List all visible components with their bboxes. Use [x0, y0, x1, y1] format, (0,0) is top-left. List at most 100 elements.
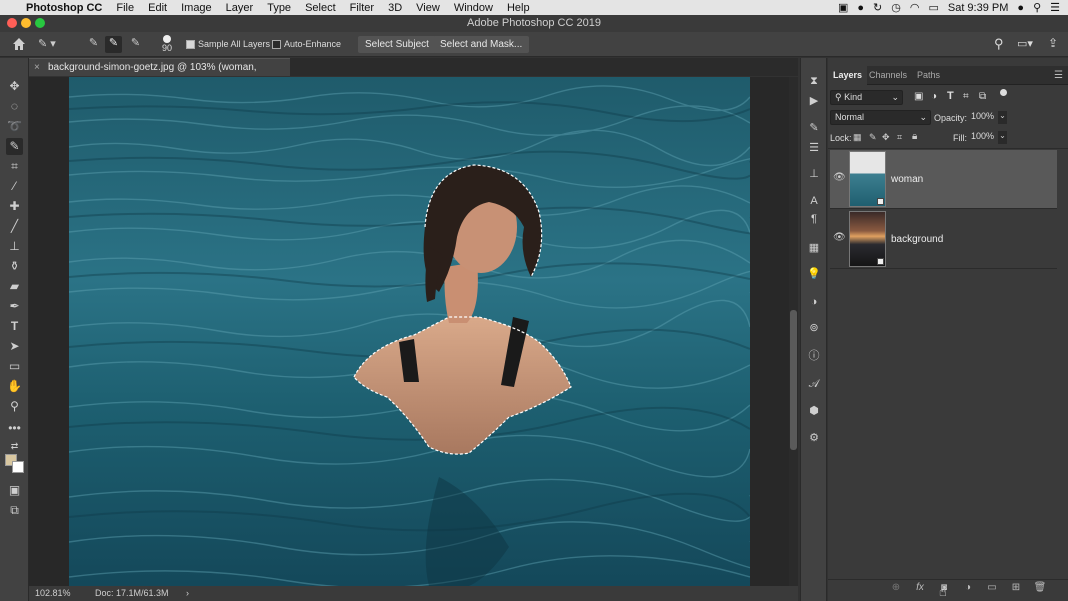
delete-layer-icon[interactable]: 🗑︎: [1033, 582, 1047, 596]
rectangle-tool-icon[interactable]: ▭: [6, 358, 23, 375]
tab-channels[interactable]: Channels: [864, 66, 912, 85]
menu-select[interactable]: Select: [298, 2, 343, 14]
zoom-tool-icon[interactable]: ⚲: [6, 398, 23, 415]
menu-window[interactable]: Window: [447, 2, 500, 14]
filter-type-icon[interactable]: T: [947, 90, 954, 102]
brush-size-picker[interactable]: 90: [153, 34, 181, 56]
healing-brush-icon[interactable]: ✚: [6, 198, 23, 215]
sync-icon[interactable]: ↻: [873, 1, 882, 14]
minimize-window-button[interactable]: [21, 18, 31, 28]
layer-thumbnail[interactable]: [849, 151, 886, 207]
menu-filter[interactable]: Filter: [343, 2, 381, 14]
menu-layer[interactable]: Layer: [219, 2, 261, 14]
paragraph-icon[interactable]: ¶: [806, 211, 822, 227]
filter-kind-select[interactable]: ⚲ Kind ⌄: [830, 90, 903, 105]
filter-toggle-icon[interactable]: [1000, 89, 1007, 96]
clock-text[interactable]: Sat 9:39 PM: [948, 2, 1009, 14]
brush-tool-icon[interactable]: ╱: [6, 218, 23, 235]
lock-all-icon[interactable]: 🔒︎: [912, 131, 917, 142]
zoom-window-button[interactable]: [35, 18, 45, 28]
menu-3d[interactable]: 3D: [381, 2, 409, 14]
stamp-tool-icon[interactable]: ⊥: [6, 238, 23, 255]
menu-file[interactable]: File: [109, 2, 141, 14]
fill-input[interactable]: 100%: [967, 130, 996, 145]
more-tools-icon[interactable]: •••: [6, 420, 23, 437]
opacity-dropdown-icon[interactable]: ⌄: [998, 111, 1007, 124]
document-tab[interactable]: × background-simon-goetz.jpg @ 103% (wom…: [28, 58, 290, 90]
zoom-level[interactable]: 102.81%: [35, 586, 71, 601]
tab-paths[interactable]: Paths: [912, 66, 945, 85]
visibility-eye-icon[interactable]: 👁︎: [833, 232, 846, 244]
notification-icon[interactable]: ☰: [1050, 1, 1060, 14]
layer-name-background[interactable]: background: [891, 234, 943, 245]
actions-icon[interactable]: ▶: [806, 93, 822, 109]
sample-all-layers-checkbox[interactable]: [186, 40, 195, 49]
move-tool-icon[interactable]: ✥: [6, 78, 23, 95]
swatches-icon[interactable]: ▦: [806, 240, 822, 256]
camera-icon[interactable]: ▣: [838, 1, 848, 14]
adjustments-icon[interactable]: ◑: [806, 294, 822, 310]
crop-tool-icon[interactable]: ⌗: [6, 158, 23, 175]
swap-colors-icon[interactable]: ⇄: [6, 438, 23, 455]
history-brush-icon[interactable]: ⚱: [6, 258, 23, 275]
lock-position-icon[interactable]: ✥: [882, 132, 890, 143]
layer-name-woman[interactable]: woman: [891, 174, 923, 185]
new-selection-icon[interactable]: ✎: [85, 36, 102, 53]
menu-view[interactable]: View: [409, 2, 447, 14]
status-menu-arrow-icon[interactable]: ›: [186, 586, 189, 601]
quick-selection-tool-icon[interactable]: ✎: [6, 138, 23, 155]
fill-dropdown-icon[interactable]: ⌄: [998, 131, 1007, 144]
adjust-icon[interactable]: ☰: [806, 140, 822, 156]
document-image[interactable]: [69, 77, 750, 586]
layer-style-fx-icon[interactable]: fx: [913, 582, 927, 596]
close-window-button[interactable]: [7, 18, 17, 28]
wifi-icon[interactable]: ◠: [910, 1, 920, 14]
clone-source-icon[interactable]: ⊥: [806, 166, 822, 182]
close-tab-icon[interactable]: ×: [34, 59, 40, 76]
menu-edit[interactable]: Edit: [141, 2, 174, 14]
new-adjustment-icon[interactable]: ◑: [961, 582, 975, 596]
libraries-icon[interactable]: ⊚: [806, 320, 822, 336]
quick-mask-icon[interactable]: ▣: [6, 482, 23, 499]
layer-row-woman[interactable]: 👁︎ woman: [830, 150, 1057, 209]
workspace-icon[interactable]: ▭▾: [1017, 37, 1039, 51]
home-icon[interactable]: [10, 35, 28, 53]
screen-mode-icon[interactable]: ⧉: [6, 502, 23, 519]
tab-layers[interactable]: Layers: [828, 66, 868, 85]
lock-image-icon[interactable]: ✎: [869, 132, 877, 143]
menu-image[interactable]: Image: [174, 2, 219, 14]
visibility-eye-icon[interactable]: 👁︎: [833, 172, 846, 184]
link-layers-icon[interactable]: ⊕: [889, 582, 903, 596]
lock-transparent-icon[interactable]: ▦: [853, 132, 862, 143]
spotlight-icon[interactable]: ⚲: [1033, 1, 1041, 14]
character-icon[interactable]: A: [806, 193, 822, 209]
learn-icon[interactable]: 💡: [806, 266, 822, 282]
new-layer-icon[interactable]: ⊞: [1009, 582, 1023, 596]
subtract-selection-icon[interactable]: ✎: [127, 36, 144, 53]
lock-artboard-icon[interactable]: ⌗: [897, 132, 902, 143]
menu-app[interactable]: Photoshop CC: [19, 2, 109, 14]
brush-settings-icon[interactable]: ✎: [806, 120, 822, 136]
airplay-icon[interactable]: ▭: [928, 1, 938, 14]
eraser-tool-icon[interactable]: ▰: [6, 278, 23, 295]
menu-help[interactable]: Help: [500, 2, 537, 14]
layer-thumbnail[interactable]: [849, 211, 886, 267]
properties-icon[interactable]: ⚙: [806, 430, 822, 446]
glyphs-icon[interactable]: 𝒜: [806, 376, 822, 392]
panel-menu-icon[interactable]: ☰: [1054, 70, 1063, 81]
filter-smartobject-icon[interactable]: ⧉: [979, 91, 986, 102]
opacity-input[interactable]: 100%: [967, 110, 996, 125]
history-icon[interactable]: ⧗: [806, 73, 822, 89]
eyedropper-tool-icon[interactable]: ⁄: [6, 178, 23, 195]
layer-row-background[interactable]: 👁︎ background: [830, 210, 1057, 269]
blend-mode-select[interactable]: Normal ⌄: [830, 110, 931, 125]
add-to-selection-icon[interactable]: ✎: [105, 36, 122, 53]
filter-shape-icon[interactable]: ⌗: [963, 91, 969, 102]
marquee-tool-icon[interactable]: ◌: [6, 98, 23, 115]
menu-type[interactable]: Type: [260, 2, 298, 14]
vertical-scrollbar-thumb[interactable]: [790, 310, 797, 450]
path-selection-icon[interactable]: ➤: [6, 338, 23, 355]
background-color-swatch[interactable]: [12, 461, 24, 473]
hand-tool-icon[interactable]: ✋: [6, 378, 23, 395]
pen-tool-icon[interactable]: ✒: [6, 298, 23, 315]
